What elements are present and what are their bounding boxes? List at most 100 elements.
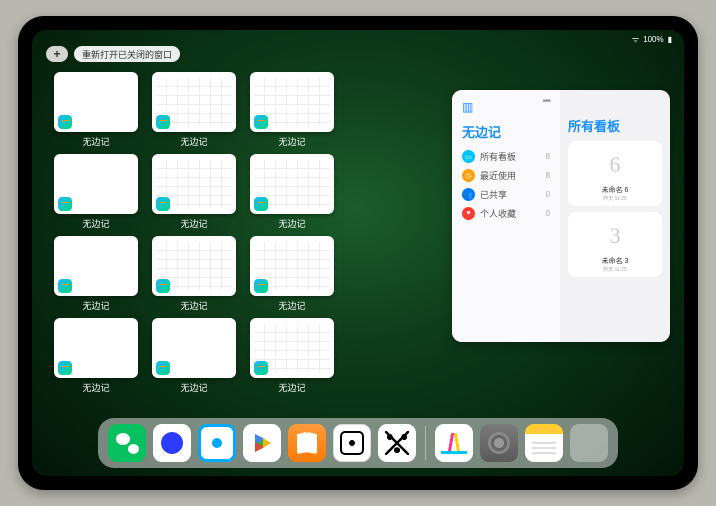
thumbnail-label: 无边记	[278, 299, 305, 312]
thumbnail-preview	[152, 318, 236, 378]
game-icon[interactable]	[333, 424, 371, 462]
board-card[interactable]: 6未命名 6昨天 11:25	[568, 141, 662, 206]
thumbnail-preview	[250, 72, 334, 132]
sidebar-item-icon: ♥	[462, 207, 475, 220]
freeform-app-icon	[254, 197, 268, 211]
more-icon[interactable]: •••	[542, 96, 550, 107]
thumbnail-preview	[152, 154, 236, 214]
board-thumbnail: 3	[595, 216, 635, 256]
panel-title: 无边记	[462, 122, 550, 141]
freeform-panel[interactable]: ▥ ••• 无边记 ▭ 所有看板 8 ◷ 最近使用 8 👥 已共享 0 ♥ 个人收藏 0 所有看板 6…	[452, 90, 670, 342]
board-timestamp: 昨天 11:25	[603, 195, 627, 202]
thumbnail-label: 无边记	[180, 217, 207, 230]
sidebar-item-icon: ◷	[462, 169, 475, 182]
app-folder-icon[interactable]	[570, 424, 608, 462]
freeform-app-icon	[58, 361, 72, 375]
okx-icon[interactable]	[378, 424, 416, 462]
thumbnail-preview	[152, 236, 236, 296]
window-thumbnail[interactable]: 无边记	[250, 236, 334, 312]
reopen-closed-window-chip[interactable]: 重新打开已关闭的窗口	[74, 46, 180, 62]
play-icon[interactable]	[243, 424, 281, 462]
plus-icon: +	[53, 47, 60, 61]
window-thumbnail[interactable]: 无边记	[54, 236, 138, 312]
wifi-icon: ᯤ	[632, 34, 639, 45]
sidebar-item[interactable]: ◷ 最近使用 8	[462, 166, 550, 185]
browser-icon[interactable]	[198, 424, 236, 462]
thumbnail-preview	[54, 72, 138, 132]
thumbnail-preview	[250, 236, 334, 296]
window-thumbnail[interactable]: 无边记	[152, 236, 236, 312]
sidebar-item-icon: 👥	[462, 188, 475, 201]
sidebar-item-count: 0	[546, 190, 550, 199]
freeform-app-icon	[156, 279, 170, 293]
thumbnail-label: 无边记	[180, 299, 207, 312]
battery-text: 100%	[643, 35, 663, 44]
sidebar-item-label: 已共享	[480, 188, 507, 201]
notes-icon[interactable]	[525, 424, 563, 462]
window-thumbnail[interactable]: 无边记	[152, 318, 236, 394]
sidebar-item[interactable]: ♥ 个人收藏 0	[462, 204, 550, 223]
panel-sidebar: ▥ ••• 无边记 ▭ 所有看板 8 ◷ 最近使用 8 👥 已共享 0 ♥ 个人收藏 0	[452, 90, 560, 342]
status-bar: ᯤ 100% ▮	[632, 34, 672, 45]
sidebar-toggle-icon[interactable]: ▥	[462, 100, 473, 114]
quark-icon[interactable]	[153, 424, 191, 462]
battery-icon: ▮	[668, 35, 672, 44]
settings-icon[interactable]	[480, 424, 518, 462]
board-label: 未命名 6	[602, 185, 629, 195]
sidebar-item-count: 0	[546, 209, 550, 218]
freeform-app-icon	[58, 115, 72, 129]
sidebar-item[interactable]: ▭ 所有看板 8	[462, 147, 550, 166]
thumbnail-label: 无边记	[82, 381, 109, 394]
thumbnail-label: 无边记	[82, 299, 109, 312]
sidebar-item-label: 所有看板	[480, 150, 516, 163]
dock-separator	[425, 426, 426, 460]
freeform-app-icon	[58, 197, 72, 211]
sidebar-item-count: 8	[546, 152, 550, 161]
books-icon[interactable]	[288, 424, 326, 462]
sidebar-item-label: 个人收藏	[480, 207, 516, 220]
window-thumbnail[interactable]: 无边记	[250, 318, 334, 394]
freeform-icon[interactable]	[435, 424, 473, 462]
thumbnail-preview	[54, 154, 138, 214]
board-label: 未命名 3	[602, 256, 629, 266]
window-thumbnail[interactable]: 无边记	[54, 318, 138, 394]
thumbnail-preview	[250, 154, 334, 214]
freeform-app-icon	[58, 279, 72, 293]
thumbnail-label: 无边记	[82, 135, 109, 148]
freeform-app-icon	[156, 361, 170, 375]
sidebar-item-count: 8	[546, 171, 550, 180]
board-timestamp: 昨天 11:25	[603, 266, 627, 273]
freeform-app-icon	[254, 115, 268, 129]
screen: ᯤ 100% ▮ + 重新打开已关闭的窗口 无边记无边记无边记无边记无边记无边记…	[32, 30, 684, 476]
thumbnail-label: 无边记	[180, 381, 207, 394]
thumbnail-preview	[152, 72, 236, 132]
panel-content: 所有看板 6未命名 6昨天 11:253未命名 3昨天 11:25	[560, 90, 670, 342]
thumbnail-label: 无边记	[180, 135, 207, 148]
window-thumbnail[interactable]: 无边记	[54, 154, 138, 230]
ipad-frame: ᯤ 100% ▮ + 重新打开已关闭的窗口 无边记无边记无边记无边记无边记无边记…	[18, 16, 698, 490]
app-switcher-grid: 无边记无边记无边记无边记无边记无边记无边记无边记无边记无边记无边记无边记	[54, 72, 434, 394]
board-thumbnail: 6	[595, 145, 635, 185]
sidebar-item[interactable]: 👥 已共享 0	[462, 185, 550, 204]
freeform-app-icon	[156, 197, 170, 211]
window-thumbnail[interactable]: 无边记	[54, 72, 138, 148]
panel-right-title: 所有看板	[568, 116, 662, 135]
freeform-app-icon	[254, 279, 268, 293]
sidebar-item-label: 最近使用	[480, 169, 516, 182]
new-window-button[interactable]: +	[46, 46, 68, 62]
window-thumbnail[interactable]: 无边记	[152, 72, 236, 148]
window-thumbnail[interactable]: 无边记	[152, 154, 236, 230]
board-card[interactable]: 3未命名 3昨天 11:25	[568, 212, 662, 277]
sidebar-item-icon: ▭	[462, 150, 475, 163]
freeform-app-icon	[156, 115, 170, 129]
thumbnail-preview	[54, 236, 138, 296]
thumbnail-label: 无边记	[278, 381, 305, 394]
thumbnail-label: 无边记	[278, 135, 305, 148]
thumbnail-preview	[54, 318, 138, 378]
reopen-label: 重新打开已关闭的窗口	[82, 48, 172, 61]
thumbnail-label: 无边记	[278, 217, 305, 230]
wechat-icon[interactable]	[108, 424, 146, 462]
thumbnail-preview	[250, 318, 334, 378]
window-thumbnail[interactable]: 无边记	[250, 72, 334, 148]
window-thumbnail[interactable]: 无边记	[250, 154, 334, 230]
